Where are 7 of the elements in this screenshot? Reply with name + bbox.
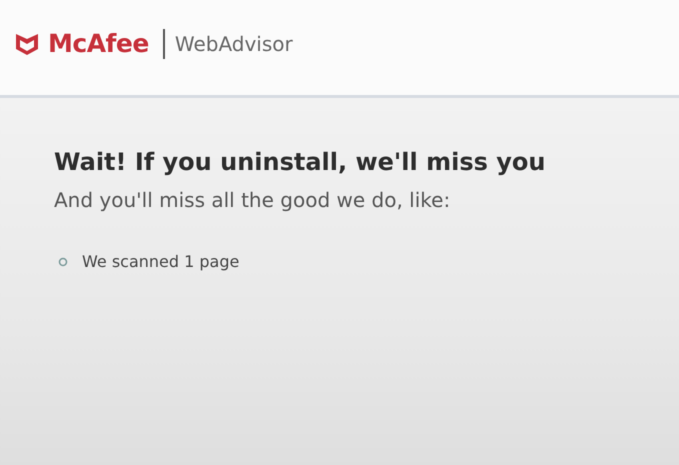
shield-icon — [14, 32, 40, 56]
brand-name: McAfee — [48, 29, 149, 58]
product-name: WebAdvisor — [174, 32, 293, 56]
heading: Wait! If you uninstall, we'll miss you — [54, 148, 546, 176]
subheading: And you'll miss all the good we do, like: — [54, 188, 452, 212]
bullet-icon — [58, 256, 68, 266]
benefit-text: We scanned 1 page — [82, 252, 240, 271]
